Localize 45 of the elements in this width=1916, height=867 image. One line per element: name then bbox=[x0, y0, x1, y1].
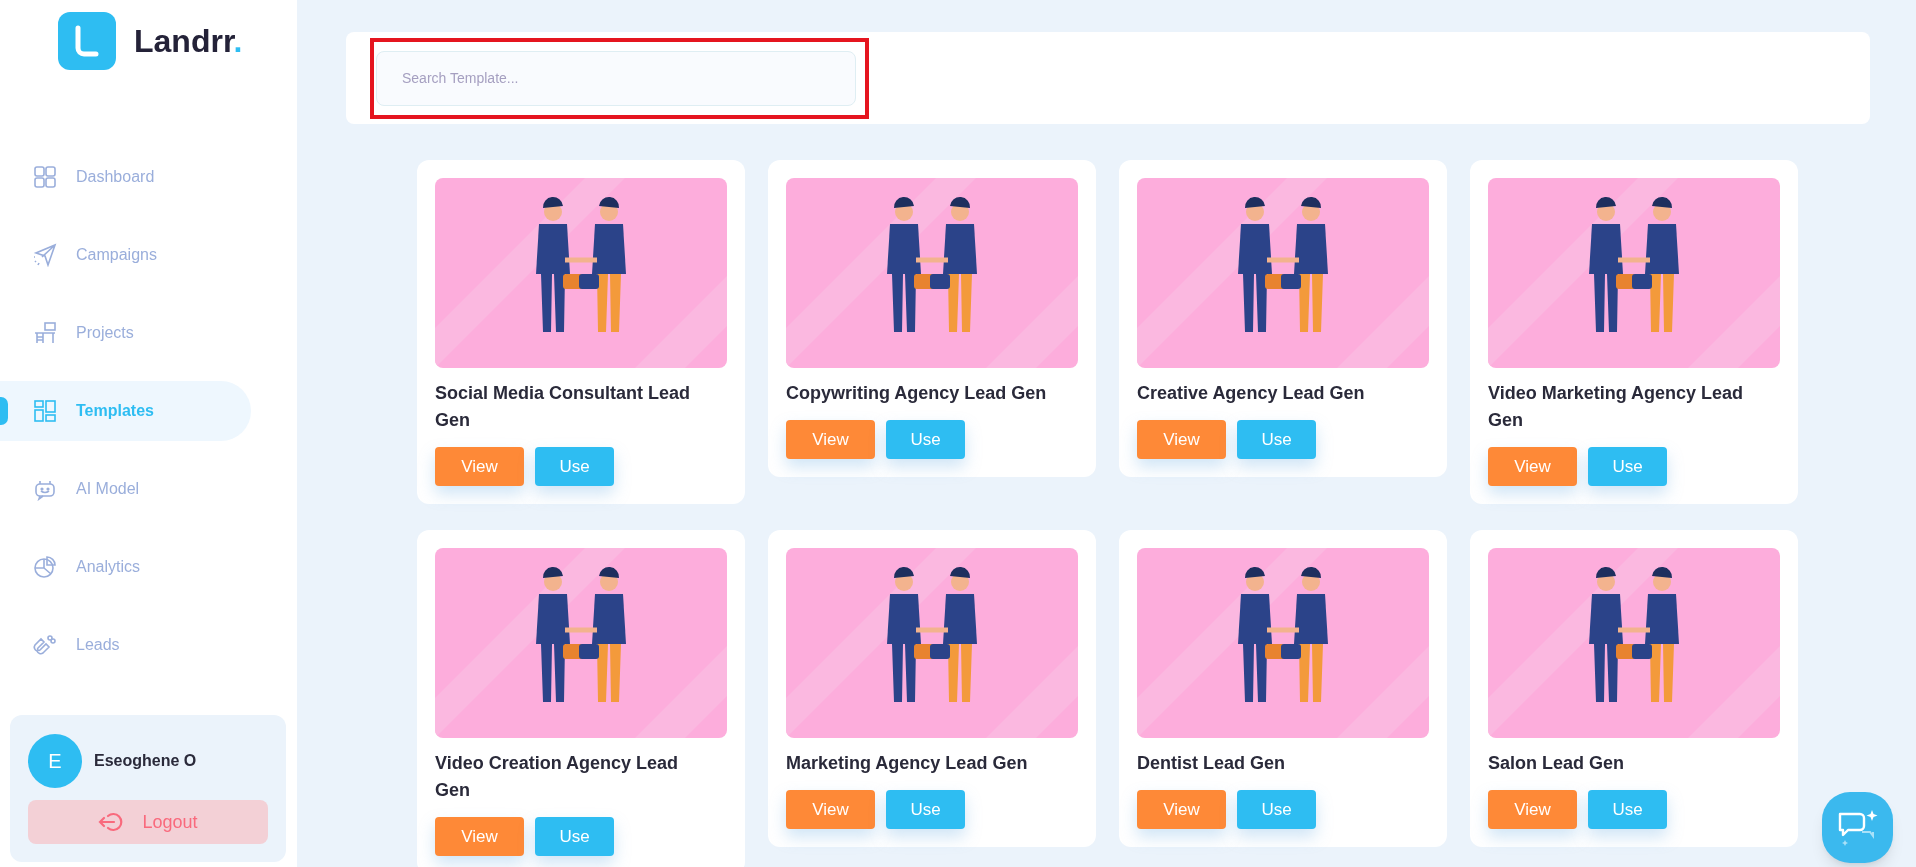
sidebar-item[interactable]: Analytics bbox=[0, 537, 251, 597]
template-title: Video Creation Agency Lead Gen bbox=[435, 752, 680, 802]
sidebar-item[interactable]: Campaigns bbox=[0, 225, 251, 285]
template-title: Marketing Agency Lead Gen bbox=[786, 752, 1029, 775]
use-button[interactable]: Use bbox=[1588, 447, 1667, 486]
view-button[interactable]: View bbox=[786, 420, 875, 459]
template-title: Video Marketing Agency Lead Gen bbox=[1488, 382, 1745, 432]
view-button[interactable]: View bbox=[1137, 790, 1226, 829]
logout-button[interactable]: Logout bbox=[28, 800, 268, 844]
sidebar-item[interactable]: Templates bbox=[0, 381, 251, 441]
template-title: Dentist Lead Gen bbox=[1137, 752, 1287, 775]
template-title: Salon Lead Gen bbox=[1488, 752, 1626, 775]
use-button[interactable]: Use bbox=[1237, 790, 1316, 829]
layout-icon bbox=[33, 399, 57, 423]
sidebar-item[interactable]: Leads bbox=[0, 615, 251, 675]
brand-name: Landrr. bbox=[134, 22, 243, 61]
use-button[interactable]: Use bbox=[535, 817, 614, 856]
paper-plane-icon bbox=[33, 243, 57, 267]
view-button[interactable]: View bbox=[1488, 447, 1577, 486]
magnet-icon bbox=[33, 633, 57, 657]
template-title: Social Media Consultant Lead Gen bbox=[435, 382, 692, 432]
sidebar-item[interactable]: Dashboard bbox=[0, 147, 251, 207]
chat-button[interactable] bbox=[1822, 792, 1893, 863]
view-button[interactable]: View bbox=[1137, 420, 1226, 459]
use-button[interactable]: Use bbox=[535, 447, 614, 486]
desk-icon bbox=[33, 321, 57, 345]
view-button[interactable]: View bbox=[435, 447, 524, 486]
use-button[interactable]: Use bbox=[1588, 790, 1667, 829]
grid-icon bbox=[33, 165, 57, 189]
use-button[interactable]: Use bbox=[886, 420, 965, 459]
use-button[interactable]: Use bbox=[1237, 420, 1316, 459]
user-name: Eseoghene O bbox=[94, 751, 197, 771]
template-title: Copywriting Agency Lead Gen bbox=[786, 382, 1048, 405]
view-button[interactable]: View bbox=[1488, 790, 1577, 829]
pie-chart-icon bbox=[33, 555, 57, 579]
use-button[interactable]: Use bbox=[886, 790, 965, 829]
search-field[interactable]: Search Template... bbox=[376, 50, 856, 106]
view-button[interactable]: View bbox=[435, 817, 524, 856]
template-title: Creative Agency Lead Gen bbox=[1137, 382, 1366, 405]
view-button[interactable]: View bbox=[786, 790, 875, 829]
logout-icon bbox=[98, 811, 125, 833]
sidebar-item[interactable]: Projects bbox=[0, 303, 251, 363]
avatar: E bbox=[28, 734, 82, 788]
sidebar-item[interactable]: AI Model bbox=[0, 459, 251, 519]
logo-icon bbox=[58, 12, 116, 70]
